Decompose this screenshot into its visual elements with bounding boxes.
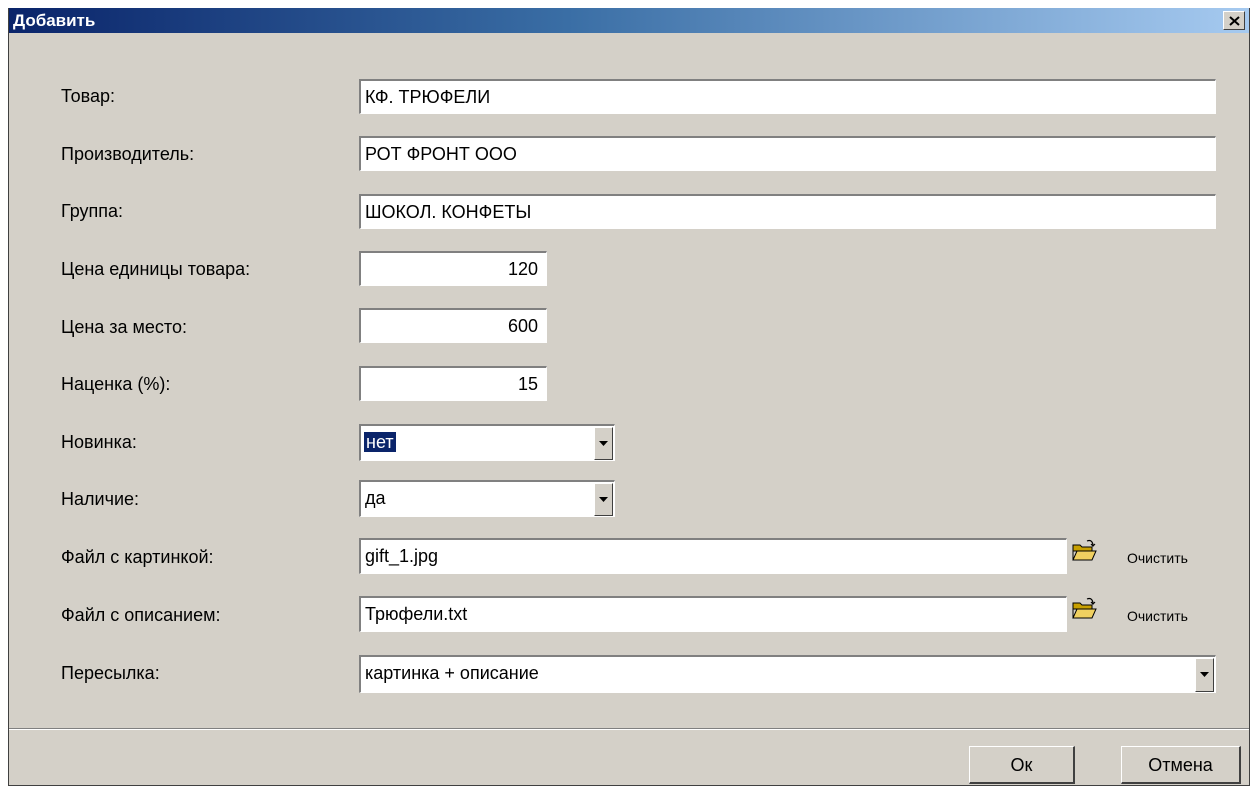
manufacturer-input[interactable]: РОТ ФРОНТ ООО xyxy=(359,136,1216,171)
open-folder-icon xyxy=(1072,597,1097,619)
sending-value: картинка + описание xyxy=(365,663,539,683)
markup-value: 15 xyxy=(517,374,538,394)
footer-divider xyxy=(9,728,1249,730)
product-label: Товар: xyxy=(61,86,115,106)
image-file-value: gift_1.jpg xyxy=(365,546,439,566)
sending-select[interactable]: картинка + описание xyxy=(359,655,1216,693)
description-file-label: Файл с описанием: xyxy=(61,605,221,625)
description-file-input[interactable]: Трюфели.txt xyxy=(359,596,1067,632)
product-input[interactable]: КФ. ТРЮФЕЛИ xyxy=(359,79,1216,114)
manufacturer-value: РОТ ФРОНТ ООО xyxy=(365,144,517,164)
image-file-input[interactable]: gift_1.jpg xyxy=(359,538,1067,574)
image-file-browse-button[interactable] xyxy=(1069,538,1099,566)
place-price-value: 600 xyxy=(507,316,538,336)
description-file-browse-button[interactable] xyxy=(1069,596,1099,624)
add-dialog: Добавить Товар: КФ. ТРЮФЕЛИ Производител… xyxy=(8,8,1250,786)
manufacturer-label: Производитель: xyxy=(61,144,195,164)
product-value: КФ. ТРЮФЕЛИ xyxy=(365,87,491,107)
place-price-label: Цена за место: xyxy=(61,317,187,337)
availability-label: Наличие: xyxy=(61,489,140,509)
markup-input[interactable]: 15 xyxy=(359,366,547,401)
cancel-button[interactable]: Отмена xyxy=(1121,746,1241,784)
new-item-select[interactable]: нет xyxy=(359,424,615,461)
new-item-label: Новинка: xyxy=(61,432,137,452)
sending-label: Пересылка: xyxy=(61,663,160,683)
availability-dropdown-button[interactable] xyxy=(594,483,613,516)
unit-price-value: 120 xyxy=(507,259,538,279)
window-title: Добавить xyxy=(13,11,96,30)
availability-select[interactable]: да xyxy=(359,480,615,517)
place-price-input[interactable]: 600 xyxy=(359,308,547,343)
group-label: Группа: xyxy=(61,201,124,221)
new-item-dropdown-button[interactable] xyxy=(594,427,613,460)
image-file-clear-link[interactable]: Очистить xyxy=(1127,550,1188,566)
description-file-value: Трюфели.txt xyxy=(365,604,468,624)
unit-price-input[interactable]: 120 xyxy=(359,251,547,286)
image-file-label: Файл с картинкой: xyxy=(61,547,214,567)
window-bottom-edge xyxy=(9,785,1249,786)
ok-button[interactable]: Ок xyxy=(969,746,1075,784)
group-value: ШОКОЛ. КОНФЕТЫ xyxy=(365,202,532,222)
availability-value: да xyxy=(365,488,386,508)
chevron-down-icon xyxy=(599,440,608,446)
group-input[interactable]: ШОКОЛ. КОНФЕТЫ xyxy=(359,194,1216,229)
close-icon xyxy=(1229,16,1240,26)
chevron-down-icon xyxy=(1200,672,1209,677)
unit-price-label: Цена единицы товара: xyxy=(61,259,251,279)
description-file-clear-link[interactable]: Очистить xyxy=(1127,608,1188,624)
title-bar[interactable]: Добавить xyxy=(9,8,1249,33)
markup-label: Наценка (%): xyxy=(61,374,171,394)
new-item-value: нет xyxy=(364,432,396,452)
open-folder-icon xyxy=(1072,539,1097,561)
sending-dropdown-button[interactable] xyxy=(1195,658,1214,692)
chevron-down-icon xyxy=(599,496,608,502)
close-button[interactable] xyxy=(1223,11,1245,30)
